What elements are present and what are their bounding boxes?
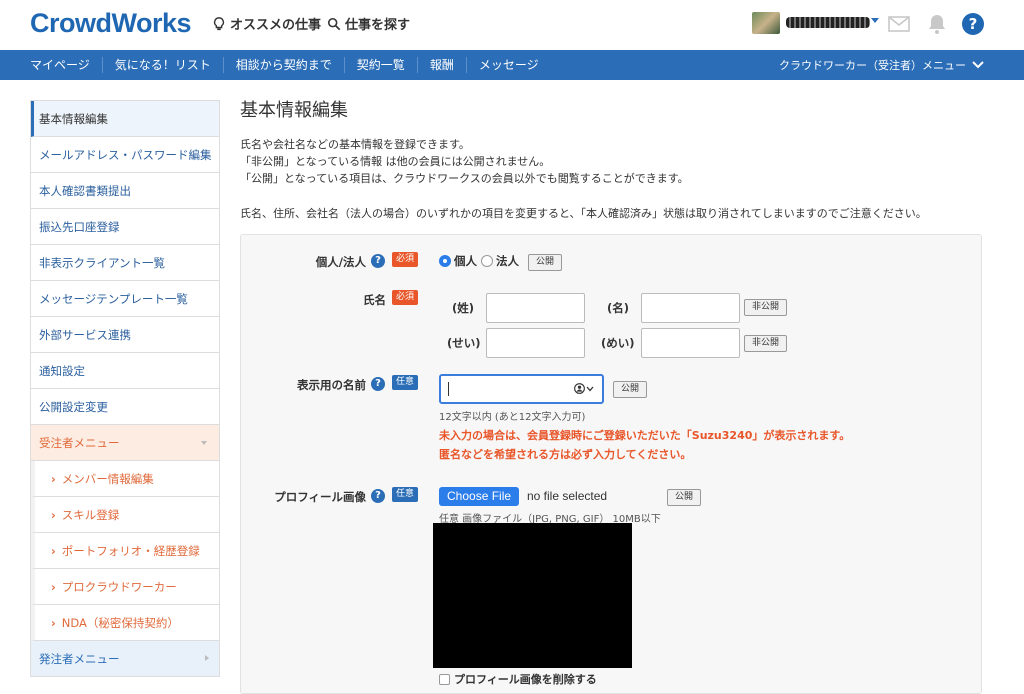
display-name-input[interactable] bbox=[439, 374, 604, 404]
display-name-warning: 匿名などを希望される方は必ず入力してください。 bbox=[439, 448, 692, 461]
sidebar-sub-label: ポートフォリオ・経歴登録 bbox=[61, 544, 200, 558]
radio-individual[interactable] bbox=[439, 255, 451, 267]
sidebar-sub-pro-worker[interactable]: › プロクラウドワーカー bbox=[31, 569, 219, 605]
main-nav: マイページ 気になる！リスト 相談から契約まで 契約一覧 報酬 メッセージ クラ… bbox=[0, 50, 1024, 80]
sidebar-group-client-menu[interactable]: 発注者メニュー bbox=[31, 641, 219, 677]
type-label: 個人/法人 bbox=[315, 255, 366, 269]
last-name-label: (姓) bbox=[452, 301, 475, 315]
svg-text:?: ? bbox=[969, 15, 978, 33]
required-badge: 必須 bbox=[392, 290, 419, 305]
nav-consult-contract[interactable]: 相談から契約まで bbox=[224, 57, 345, 73]
file-status: no file selected bbox=[527, 489, 608, 503]
intro-line: 「公開」となっている項目は、クラウドワークスの会員以外でも閲覧することができます… bbox=[240, 172, 689, 185]
radio-corporate[interactable] bbox=[481, 255, 493, 267]
sidebar-item-bank-account[interactable]: 振込先口座登録 bbox=[31, 209, 219, 245]
intro-line: 「非公開」となっている情報 は他の会員には公開されません。 bbox=[240, 155, 551, 168]
nav-mypage[interactable]: マイページ bbox=[0, 57, 103, 73]
kana-visibility-button[interactable]: 非公開 bbox=[744, 335, 788, 352]
delete-profile-image-checkbox[interactable] bbox=[439, 673, 450, 685]
sidebar-sub-member-info[interactable]: › メンバー情報編集 bbox=[31, 461, 219, 497]
sidebar-sub-label: プロクラウドワーカー bbox=[61, 580, 177, 594]
sidebar-sub-skills[interactable]: › スキル登録 bbox=[31, 497, 219, 533]
chevron-right-icon: › bbox=[51, 472, 56, 486]
sidebar-item-notifications[interactable]: 通知設定 bbox=[31, 353, 219, 389]
sidebar-item-id-docs[interactable]: 本人確認書類提出 bbox=[31, 173, 219, 209]
sidebar-sub-portfolio[interactable]: › ポートフォリオ・経歴登録 bbox=[31, 533, 219, 569]
delete-profile-image-label: プロフィール画像を削除する bbox=[454, 673, 597, 686]
help-icon[interactable]: ? bbox=[371, 254, 385, 268]
main-content: 基本情報編集 氏名や会社名などの基本情報を登録できます。 「非公開」となっている… bbox=[240, 96, 1000, 221]
help-icon[interactable]: ? bbox=[371, 489, 385, 503]
display-name-warning: 未入力の場合は、会員登録時にご登録いただいた「Suzu3240」が表示されます。 bbox=[439, 429, 851, 442]
worker-menu-label: クラウドワーカー（受注者）メニュー bbox=[779, 59, 966, 72]
sidebar-item-external-services[interactable]: 外部サービス連携 bbox=[31, 317, 219, 353]
first-name-input[interactable] bbox=[641, 293, 740, 323]
sidebar-group-worker-menu[interactable]: 受注者メニュー bbox=[31, 425, 219, 461]
last-name-input[interactable] bbox=[486, 293, 585, 323]
nav-favorites[interactable]: 気になる！リスト bbox=[103, 57, 224, 73]
profile-image-preview bbox=[433, 523, 632, 668]
radio-individual-label: 個人 bbox=[454, 254, 477, 268]
nav-messages[interactable]: メッセージ bbox=[467, 57, 551, 73]
optional-badge: 任意 bbox=[392, 487, 419, 502]
radio-corporate-label: 法人 bbox=[496, 254, 519, 268]
nav-contracts[interactable]: 契約一覧 bbox=[345, 57, 418, 73]
sidebar-sub-label: NDA（秘密保持契約） bbox=[61, 616, 179, 630]
search-jobs-label: 仕事を探す bbox=[345, 18, 411, 33]
help-icon[interactable]: ? bbox=[371, 377, 385, 391]
recommend-link[interactable]: オススメの仕事 bbox=[212, 14, 321, 33]
display-name-label: 表示用の名前 bbox=[297, 378, 366, 392]
mail-icon[interactable] bbox=[888, 14, 910, 34]
profile-image-label: プロフィール画像 bbox=[274, 490, 366, 504]
optional-badge: 任意 bbox=[392, 375, 419, 390]
logo[interactable]: CrowdWorks bbox=[30, 8, 192, 39]
page-title: 基本情報編集 bbox=[240, 100, 348, 121]
chevron-right-icon: › bbox=[51, 580, 56, 594]
sidebar-sub-label: スキル登録 bbox=[61, 508, 120, 522]
verification-notice: 氏名、住所、会社名（法人の場合）のいずれかの項目を変更すると、「本人確認済み」状… bbox=[240, 207, 927, 220]
last-kana-label: (せい) bbox=[447, 336, 481, 350]
name-label: 氏名 bbox=[363, 293, 386, 307]
intro-line: 氏名や会社名などの基本情報を登録できます。 bbox=[240, 138, 470, 151]
first-name-label: (名) bbox=[607, 301, 630, 315]
name-visibility-button[interactable]: 非公開 bbox=[744, 299, 788, 316]
search-jobs-link[interactable]: 仕事を探す bbox=[327, 14, 410, 33]
chevron-right-icon: › bbox=[51, 544, 56, 558]
help-icon[interactable]: ? bbox=[961, 12, 985, 36]
sidebar-item-message-templates[interactable]: メッセージテンプレート一覧 bbox=[31, 281, 219, 317]
sidebar-item-email-password[interactable]: メールアドレス・パスワード編集 bbox=[31, 137, 219, 173]
nav-rewards[interactable]: 報酬 bbox=[418, 57, 467, 73]
worker-menu-dropdown[interactable]: クラウドワーカー（受注者）メニュー bbox=[779, 57, 984, 73]
last-kana-input[interactable] bbox=[486, 328, 585, 358]
sidebar: 基本情報編集 メールアドレス・パスワード編集 本人確認書類提出 振込先口座登録 … bbox=[30, 100, 220, 677]
intro-text: 氏名や会社名などの基本情報を登録できます。 「非公開」となっている情報 は他の会… bbox=[240, 136, 1000, 187]
lightbulb-icon bbox=[213, 16, 225, 30]
autofill-contact-icon[interactable] bbox=[574, 383, 594, 394]
chevron-right-icon: › bbox=[51, 508, 56, 522]
sidebar-sub-label: メンバー情報編集 bbox=[61, 472, 154, 486]
avatar[interactable] bbox=[752, 12, 780, 34]
search-icon bbox=[327, 17, 341, 30]
required-badge: 必須 bbox=[392, 252, 419, 267]
display-name-hint: 12文字以内 (あと12文字入力可) bbox=[439, 412, 586, 423]
first-kana-label: (めい) bbox=[601, 336, 635, 350]
user-menu-caret-icon[interactable] bbox=[871, 18, 879, 23]
first-kana-input[interactable] bbox=[641, 328, 740, 358]
bell-icon[interactable] bbox=[925, 12, 949, 36]
sidebar-item-basic-info[interactable]: 基本情報編集 bbox=[31, 101, 219, 137]
delete-profile-image-row[interactable]: プロフィール画像を削除する bbox=[439, 671, 597, 687]
profile-image-visibility-button[interactable]: 公開 bbox=[667, 489, 702, 506]
text-caret bbox=[448, 382, 449, 396]
sidebar-item-hidden-clients[interactable]: 非表示クライアント一覧 bbox=[31, 245, 219, 281]
type-visibility-button[interactable]: 公開 bbox=[528, 254, 563, 271]
display-name-visibility-button[interactable]: 公開 bbox=[613, 381, 648, 398]
choose-file-button[interactable]: Choose File bbox=[439, 487, 520, 506]
sidebar-item-visibility[interactable]: 公開設定変更 bbox=[31, 389, 219, 425]
top-header: CrowdWorks オススメの仕事 仕事を探す ? bbox=[0, 0, 1024, 50]
username-redacted[interactable] bbox=[786, 17, 870, 28]
recommend-link-label: オススメの仕事 bbox=[230, 18, 322, 33]
chevron-right-icon: › bbox=[51, 616, 56, 630]
sidebar-sub-nda[interactable]: › NDA（秘密保持契約） bbox=[31, 605, 219, 641]
chevron-down-icon bbox=[972, 61, 984, 69]
